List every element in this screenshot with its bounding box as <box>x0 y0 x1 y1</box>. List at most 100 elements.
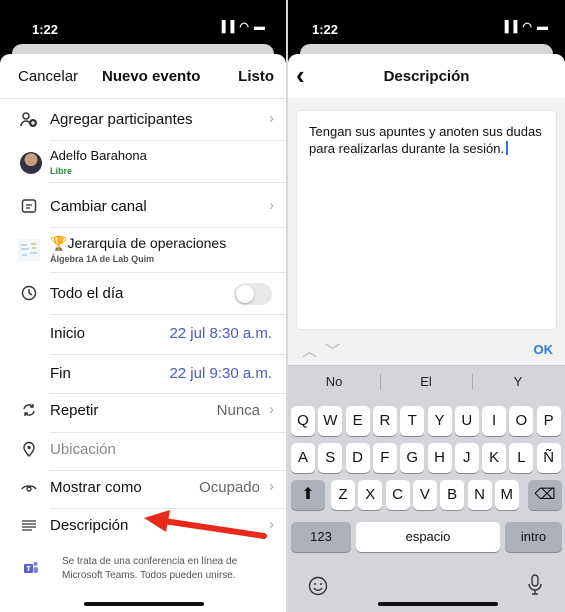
new-event-screen: 1:22 ▐▐ ◠ ▬ Cancelar Nuevo evento Listo … <box>0 0 286 612</box>
key-s[interactable]: S <box>318 443 343 473</box>
description-text: Tengan sus apuntes y anoten sus dudas pa… <box>309 123 546 157</box>
key-n[interactable]: N <box>467 480 492 510</box>
status-bar: 1:22 ▐▐ ◠ ▬ <box>0 0 286 46</box>
key-r[interactable]: R <box>372 406 397 436</box>
all-day-row: Todo el día <box>0 274 286 314</box>
ok-button[interactable]: OK <box>534 342 554 357</box>
suggestion-2[interactable]: El <box>380 374 472 389</box>
key-v[interactable]: V <box>412 480 437 510</box>
all-day-label: Todo el día <box>50 285 124 302</box>
key-i[interactable]: I <box>482 406 507 436</box>
red-arrow-annotation-icon <box>144 510 267 539</box>
home-indicator <box>378 602 498 606</box>
emoji-icon[interactable] <box>308 576 328 601</box>
key-a[interactable]: A <box>291 443 315 473</box>
change-channel-row[interactable]: Cambiar canal › <box>0 187 286 227</box>
repeat-label: Repetir <box>50 402 99 419</box>
team-thumbnail-icon <box>18 239 40 261</box>
key-k[interactable]: K <box>482 443 507 473</box>
key-l[interactable]: L <box>509 443 534 473</box>
key-h[interactable]: H <box>427 443 452 473</box>
key-d[interactable]: D <box>345 443 370 473</box>
teams-note-line1: Se trata de una conferencia en línea de <box>62 556 238 567</box>
nav-bar: Cancelar Nuevo evento Listo <box>0 54 286 98</box>
show-as-label: Mostrar como <box>50 479 142 496</box>
repeat-row[interactable]: Repetir Nunca › <box>0 391 286 431</box>
teams-note-line2: Microsoft Teams. Todos pueden unirse. <box>62 570 236 581</box>
key-y[interactable]: Y <box>427 406 452 436</box>
chevron-right-icon: › <box>269 197 274 214</box>
end-label: Fin <box>50 365 71 382</box>
key-g[interactable]: G <box>400 443 425 473</box>
space-key[interactable]: espacio <box>356 522 500 552</box>
text-cursor <box>506 141 509 155</box>
divider <box>0 98 286 99</box>
page-title: Descripción <box>383 68 470 85</box>
description-row[interactable]: Descripción › <box>0 506 286 546</box>
team-title-text: Jerarquía de operaciones <box>67 235 227 251</box>
up-down-arrows-icon[interactable]: ︿﹀ <box>302 340 348 361</box>
show-as-row[interactable]: Mostrar como Ocupado › <box>0 468 286 508</box>
chevron-right-icon: › <box>269 478 274 495</box>
key-w[interactable]: W <box>318 406 343 436</box>
microphone-icon[interactable] <box>527 574 543 601</box>
all-day-toggle[interactable] <box>234 283 272 305</box>
home-indicator <box>84 602 204 606</box>
chevron-right-icon: › <box>269 110 274 127</box>
divider <box>50 140 286 141</box>
return-key[interactable]: intro <box>505 522 562 552</box>
end-row[interactable]: Fin 22 jul 9:30 a.m. <box>0 354 286 394</box>
participant-item[interactable]: Adelfo Barahona Libre <box>0 142 286 182</box>
keyboard-accessory-bar: ︿﹀ OK <box>288 332 565 366</box>
nav-bar: ‹ Descripción <box>288 54 565 98</box>
key-o[interactable]: O <box>509 406 534 436</box>
status-bar: 1:22 ▐▐ ◠ ▬ <box>288 0 565 46</box>
done-button[interactable]: Listo <box>238 68 274 85</box>
text-lines-icon <box>20 517 38 535</box>
suggestion-bar: No El Y <box>288 366 565 398</box>
keyboard-bottom-bar <box>288 568 565 612</box>
key-q[interactable]: Q <box>291 406 315 436</box>
key-z[interactable]: Z <box>331 480 355 510</box>
description-sheet: ‹ Descripción Tengan sus apuntes y anote… <box>288 54 565 612</box>
repeat-value: Nunca <box>216 402 260 419</box>
suggestion-1[interactable]: No <box>288 374 380 389</box>
team-item: 🏆Jerarquía de operaciones Álgebra 1A de … <box>0 229 286 271</box>
backspace-key[interactable]: ⌫ <box>528 480 562 510</box>
status-time: 1:22 <box>32 22 59 37</box>
start-row[interactable]: Inicio 22 jul 8:30 a.m. <box>0 314 286 354</box>
key-t[interactable]: T <box>400 406 425 436</box>
key-x[interactable]: X <box>358 480 383 510</box>
numbers-key[interactable]: 123 <box>291 522 351 552</box>
start-label: Inicio <box>50 325 86 342</box>
key-ñ[interactable]: Ñ <box>536 443 561 473</box>
cancel-button[interactable]: Cancelar <box>18 68 78 85</box>
key-m[interactable]: M <box>494 480 519 510</box>
chevron-right-icon: › <box>269 401 274 418</box>
participant-name: Adelfo Barahona <box>50 148 147 163</box>
start-value[interactable]: 22 jul 8:30 a.m. <box>169 325 272 342</box>
shift-key[interactable]: ⬆ <box>291 480 325 510</box>
avatar <box>20 152 42 174</box>
key-j[interactable]: J <box>454 443 479 473</box>
divider <box>50 182 286 183</box>
change-channel-label: Cambiar canal <box>50 198 147 215</box>
suggestion-3[interactable]: Y <box>472 374 564 389</box>
key-b[interactable]: B <box>440 480 465 510</box>
location-row[interactable]: Ubicación <box>0 430 286 470</box>
description-textarea[interactable]: Tengan sus apuntes y anoten sus dudas pa… <box>296 110 557 330</box>
key-c[interactable]: C <box>385 480 410 510</box>
description-label: Descripción <box>50 517 129 534</box>
add-participants-row[interactable]: Agregar participantes › <box>0 100 286 140</box>
key-e[interactable]: E <box>345 406 370 436</box>
key-u[interactable]: U <box>454 406 479 436</box>
key-f[interactable]: F <box>372 443 397 473</box>
availability-status: Libre <box>50 166 73 176</box>
location-pin-icon <box>20 441 38 459</box>
key-p[interactable]: P <box>536 406 561 436</box>
event-sheet: Cancelar Nuevo evento Listo Agregar part… <box>0 54 286 612</box>
clock-icon <box>20 285 38 303</box>
divider <box>50 272 286 273</box>
end-value[interactable]: 22 jul 9:30 a.m. <box>169 365 272 382</box>
page-title: Nuevo evento <box>102 68 201 85</box>
